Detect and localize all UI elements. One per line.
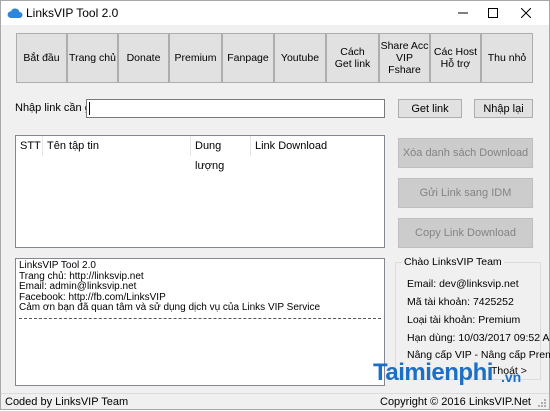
title-bar: LinksVIP Tool 2.0: [1, 1, 549, 25]
fanpage-button[interactable]: Fanpage: [222, 33, 274, 83]
column-header-stt[interactable]: STT: [16, 136, 43, 156]
minimize-icon[interactable]: [448, 1, 478, 25]
share-acc-button[interactable]: Share Acc VIP Fshare: [379, 33, 430, 83]
log-line: LinksVIP Tool 2.0: [19, 260, 96, 271]
status-bar: Coded by LinksVIP Team Copyright © 2016 …: [1, 393, 549, 410]
donate-button[interactable]: Donate: [118, 33, 169, 83]
send-to-idm-button[interactable]: Gửi Link sang IDM: [398, 178, 533, 208]
account-type: Loại tài khoản: Premium: [407, 314, 521, 326]
log-textbox[interactable]: LinksVIP Tool 2.0 Trang chủ: http://link…: [15, 258, 385, 386]
watermark-suffix: .vn: [501, 369, 522, 385]
maximize-icon[interactable]: [478, 1, 508, 25]
window-title: LinksVIP Tool 2.0: [26, 6, 119, 20]
get-link-button[interactable]: Get link: [398, 99, 462, 118]
text-caret: [89, 102, 90, 115]
watermark-logo: Taimienphi .vn: [361, 357, 541, 391]
status-copyright: Copyright © 2016 LinksVIP.Net: [380, 396, 531, 408]
minimize-app-button[interactable]: Thu nhỏ: [481, 33, 533, 83]
home-button[interactable]: Trang chủ: [67, 33, 118, 83]
how-to-get-link-button[interactable]: Cách Get link: [326, 33, 379, 83]
resize-grip-icon[interactable]: [537, 398, 547, 411]
column-header-filename[interactable]: Tên tập tin: [43, 136, 191, 156]
column-header-size[interactable]: Dung lượng: [191, 136, 251, 172]
column-header-link[interactable]: Link Download: [251, 136, 384, 156]
start-button[interactable]: Bắt đầu: [16, 33, 67, 83]
watermark-text: Taimienphi: [373, 359, 493, 386]
account-email: Email: dev@linksvip.net: [407, 278, 519, 290]
log-separator: [19, 317, 381, 319]
premium-button[interactable]: Premium: [169, 33, 222, 83]
status-credit: Coded by LinksVIP Team: [5, 396, 129, 408]
cloud-icon: [7, 6, 23, 20]
supported-hosts-button[interactable]: Các Host Hỗ trợ: [430, 33, 481, 83]
main-window: LinksVIP Tool 2.0 Bắt đầu Trang chủ Dona…: [0, 0, 550, 410]
account-id: Mã tài khoản: 7425252: [407, 296, 514, 308]
close-icon[interactable]: [511, 1, 541, 25]
account-greeting: Chào LinksVIP Team: [402, 256, 504, 268]
reset-button[interactable]: Nhập lại: [474, 99, 533, 118]
download-list[interactable]: STT Tên tập tin Dung lượng Link Download: [15, 135, 385, 248]
youtube-button[interactable]: Youtube: [274, 33, 326, 83]
log-line: Cảm ơn bạn đã quan tâm và sử dụng dịch v…: [19, 302, 321, 314]
clear-download-list-button[interactable]: Xóa danh sách Download: [398, 138, 533, 168]
link-input[interactable]: [86, 99, 385, 118]
copy-link-download-button[interactable]: Copy Link Download: [398, 218, 533, 248]
account-expiry: Hạn dùng: 10/03/2017 09:52 AM: [407, 332, 550, 344]
